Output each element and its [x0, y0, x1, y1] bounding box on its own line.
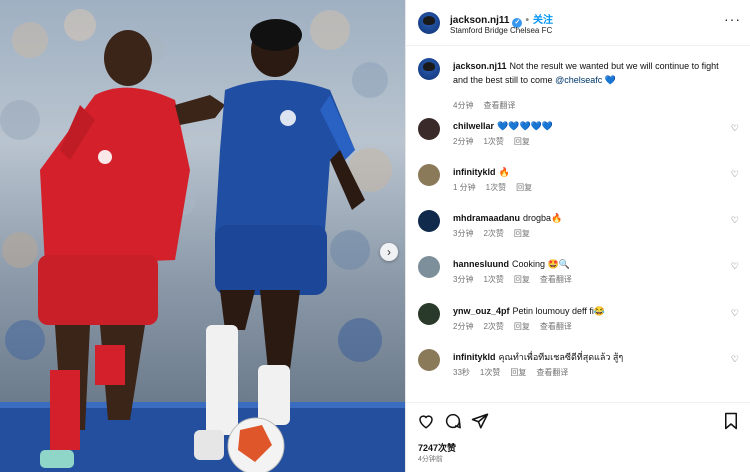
comment-avatar[interactable]	[418, 164, 440, 186]
comment-reply[interactable]: 回复	[514, 229, 530, 238]
follow-button[interactable]: 关注	[533, 15, 553, 26]
more-options-icon[interactable]: ···	[724, 11, 741, 27]
football-figure	[227, 417, 285, 472]
comment-meta: 3分钟 1次赞 回复 查看翻译	[453, 274, 582, 285]
comment-likes[interactable]: 2次赞	[483, 322, 503, 331]
author-avatar[interactable]	[418, 12, 440, 34]
caption-username[interactable]: jackson.nj11	[453, 61, 507, 71]
comment-reply[interactable]: 回复	[514, 322, 530, 331]
caption-emoji: 💙	[604, 75, 616, 85]
comment-heart-icon[interactable]: ♡	[731, 354, 739, 365]
comment-likes[interactable]: 1次赞	[480, 368, 500, 377]
comment-username[interactable]: infinitykld	[453, 167, 496, 177]
comment-username[interactable]: chilwellar	[453, 121, 494, 131]
author-username[interactable]: jackson.nj11	[450, 15, 509, 26]
comment-username[interactable]: ynw_ouz_4pf	[453, 306, 510, 316]
caption-text: jackson.nj11 Not the result we wanted but…	[453, 59, 723, 87]
bookmark-icon[interactable]	[722, 412, 740, 430]
comment-heart-icon[interactable]: ♡	[731, 261, 739, 272]
comment-likes[interactable]: 1次赞	[483, 275, 503, 284]
comment-translate[interactable]: 查看翻译	[540, 322, 572, 331]
comment-time: 3分钟	[453, 275, 474, 284]
comment-avatar[interactable]	[418, 118, 440, 140]
comment-time: 2分钟	[453, 137, 474, 146]
comment-avatar[interactable]	[418, 303, 440, 325]
comment-heart-icon[interactable]: ♡	[731, 215, 739, 226]
comment-text: mhdramaadanu drogba🔥	[453, 211, 723, 225]
comment-avatar[interactable]	[418, 256, 440, 278]
comment-translate[interactable]: 查看翻译	[540, 275, 572, 284]
comment-avatar[interactable]	[418, 210, 440, 232]
likes-count[interactable]: 7247次赞	[418, 441, 456, 454]
comment-body: 🔥	[498, 167, 510, 177]
comment-time: 3分钟	[453, 229, 474, 238]
comment-likes[interactable]: 1次赞	[483, 137, 503, 146]
comment-time: 1 分钟	[453, 183, 476, 192]
caption-meta: 4分钟 查看翻译	[453, 100, 525, 111]
comment-text: ynw_ouz_4pf Petin loumouy deff fi😂	[453, 304, 723, 318]
post-header: jackson.nj11 ✓ • 关注 Stamford Bridge Chelsea…	[406, 0, 750, 46]
comment-reply[interactable]: 回复	[510, 368, 526, 377]
comments-list[interactable]: jackson.nj11 Not the result we wanted but…	[406, 47, 750, 402]
comment-body: drogba🔥	[523, 213, 563, 223]
caption-avatar[interactable]	[418, 58, 440, 80]
post-location[interactable]: Stamford Bridge Chelsea FC	[450, 26, 552, 35]
comment-text: infinitykld 🔥	[453, 165, 723, 179]
comment-text: chilwellar 💙💙💙💙💙	[453, 119, 723, 133]
comment-heart-icon[interactable]: ♡	[731, 169, 739, 180]
caption-mention[interactable]: @chelseafc	[555, 75, 602, 85]
post-actions-bar: 7247次赞 4分钟前	[406, 402, 750, 472]
share-icon[interactable]	[471, 412, 489, 430]
comment-meta: 33秒 1次赞 回复 查看翻译	[453, 367, 578, 378]
post-time-ago: 4分钟前	[418, 456, 443, 463]
caption-time: 4分钟	[453, 101, 474, 110]
comment-body: Petin loumouy deff fi😂	[512, 306, 606, 316]
comment-reply[interactable]: 回复	[516, 183, 532, 192]
comment-heart-icon[interactable]: ♡	[731, 308, 739, 319]
caption-translate[interactable]: 查看翻译	[483, 101, 515, 110]
comment-likes[interactable]: 2次赞	[483, 229, 503, 238]
post-side-panel: jackson.nj11 ✓ • 关注 Stamford Bridge Chelsea…	[405, 0, 750, 472]
comment-body: Cooking 🤩🔍	[512, 259, 570, 269]
comment-username[interactable]: mhdramaadanu	[453, 213, 520, 223]
comment-text: infinitykld คุณทำเพื่อทีมเชลซีดีที่สุดแล้…	[453, 350, 723, 364]
comment-meta: 1 分钟 1次赞 回复	[453, 182, 542, 193]
comment-username[interactable]: hannesluund	[453, 259, 509, 269]
comment-avatar[interactable]	[418, 349, 440, 371]
heart-icon[interactable]	[417, 412, 435, 430]
comment-heart-icon[interactable]: ♡	[731, 123, 739, 134]
comment-time: 2分钟	[453, 322, 474, 331]
comment-body: คุณทำเพื่อทีมเชลซีดีที่สุดแล้ว สู้ๆ	[498, 352, 624, 362]
comment-likes[interactable]: 1次赞	[486, 183, 506, 192]
post-photo: ›	[0, 0, 405, 472]
comment-text: hannesluund Cooking 🤩🔍	[453, 257, 723, 271]
comment-meta: 3分钟 2次赞 回复	[453, 228, 540, 239]
separator-dot: •	[525, 15, 529, 26]
comment-reply[interactable]: 回复	[514, 275, 530, 284]
match-photo-illustration	[0, 9, 405, 472]
comment-time: 33秒	[453, 368, 470, 377]
comment-meta: 2分钟 2次赞 回复 查看翻译	[453, 321, 582, 332]
comment-body: 💙💙💙💙💙	[497, 121, 554, 131]
comment-translate[interactable]: 查看翻译	[536, 368, 568, 377]
comment-icon[interactable]	[444, 412, 462, 430]
next-photo-button[interactable]: ›	[380, 243, 398, 261]
comment-reply[interactable]: 回复	[514, 137, 530, 146]
comment-username[interactable]: infinitykld	[453, 352, 496, 362]
comment-meta: 2分钟 1次赞 回复	[453, 136, 540, 147]
